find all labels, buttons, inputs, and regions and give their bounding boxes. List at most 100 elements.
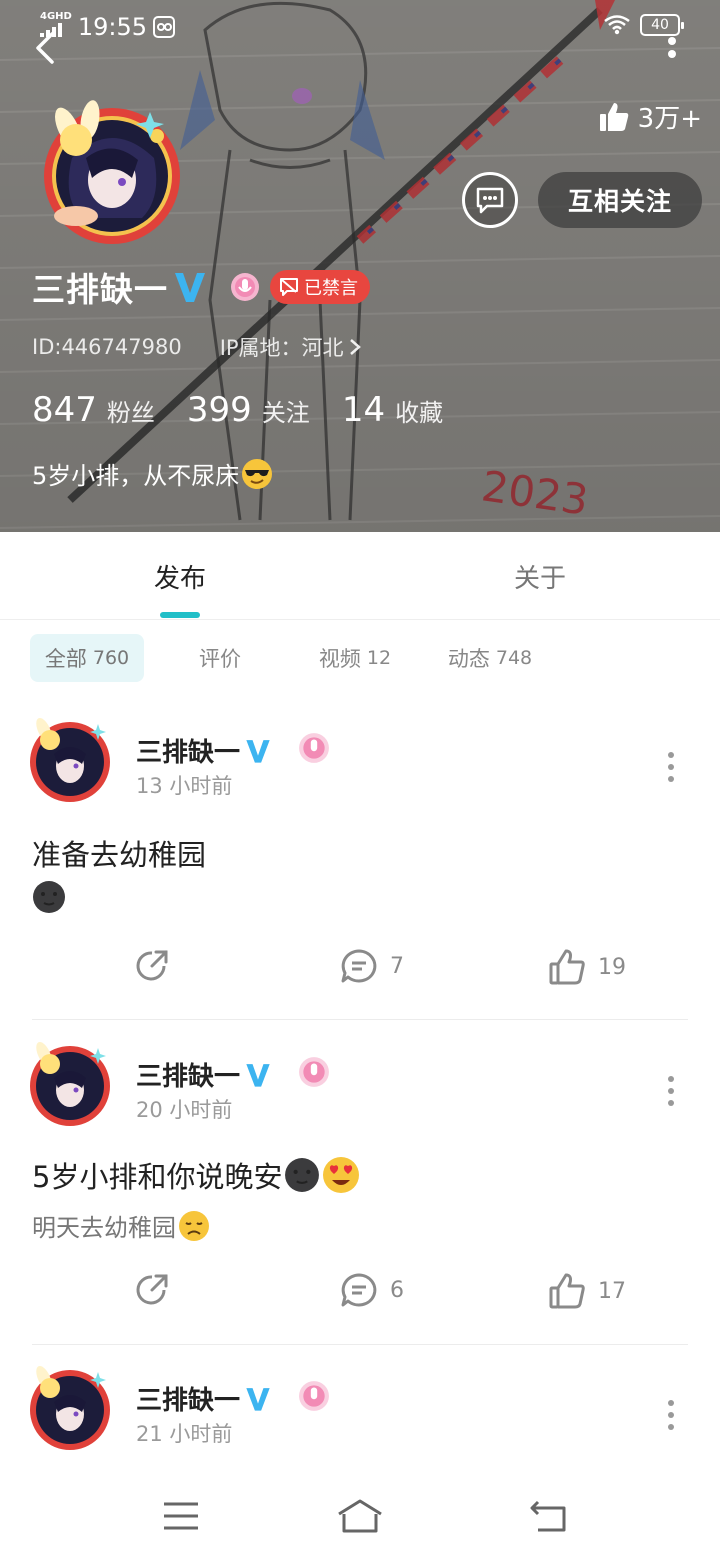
profile-name: 三排缺一 <box>32 270 168 309</box>
moon-face-emoji-icon <box>33 881 65 913</box>
post-author[interactable]: 三排缺一 <box>136 1380 272 1417</box>
filter-review[interactable]: 评价 <box>180 634 260 682</box>
post-filter-bar: 全部 760 评价 视频 12 动态 748 <box>0 620 720 696</box>
voice-badge-icon <box>299 1057 329 1087</box>
chat-bubble-icon <box>476 187 504 214</box>
chevron-left-icon <box>36 32 54 64</box>
filter-dynamic-count: 748 <box>495 647 533 669</box>
post-author-name: 三排缺一 <box>136 1062 241 1092</box>
profile-avatar[interactable] <box>32 98 192 248</box>
following-label[interactable]: 关注 <box>262 393 310 428</box>
network-type: 4GHD <box>40 11 72 22</box>
thumbs-up-outline-icon <box>549 949 585 985</box>
bio-text: 5岁小排，从不尿床 <box>32 462 240 490</box>
post-card[interactable]: 三排缺一 13 小时前 准备去幼稚园 7 19 <box>0 700 720 1020</box>
more-dots-icon <box>668 752 674 758</box>
fans-count[interactable]: 847 <box>32 390 97 430</box>
post-more-button[interactable] <box>668 752 676 788</box>
fans-label[interactable]: 粉丝 <box>107 393 155 428</box>
comment-icon <box>341 949 377 983</box>
post-author-name: 三排缺一 <box>136 1386 241 1416</box>
more-dots-icon <box>668 1076 674 1082</box>
disappointed-emoji-icon <box>179 1210 209 1241</box>
post-more-button[interactable] <box>668 1400 676 1436</box>
post-timestamp: 20 小时前 <box>136 1098 233 1122</box>
verified-v-icon <box>246 1063 270 1087</box>
comment-icon <box>341 1273 377 1307</box>
post-divider <box>32 1019 688 1020</box>
post-divider <box>32 1344 688 1345</box>
comment-count: 7 <box>390 953 404 979</box>
comment-count: 6 <box>390 1277 404 1303</box>
comment-button[interactable]: 6 <box>340 1272 404 1308</box>
message-button[interactable] <box>462 172 518 228</box>
share-button[interactable] <box>134 1272 170 1308</box>
stats-row: 847 粉丝 399 关注 14 收藏 <box>32 390 475 430</box>
total-likes: 3万+ <box>598 98 702 135</box>
wifi-icon <box>604 15 630 35</box>
more-dot <box>668 776 674 782</box>
status-bar: 4GHD 19:55 40 <box>0 0 720 56</box>
filter-all-label: 全部 <box>44 647 87 671</box>
tab-publish[interactable]: 发布 <box>100 532 260 620</box>
share-icon <box>136 950 168 981</box>
mutual-follow-button[interactable]: 互相关注 <box>538 172 702 228</box>
more-dot <box>668 1088 674 1094</box>
filter-review-label: 评价 <box>199 647 241 671</box>
home-icon[interactable] <box>336 1498 384 1534</box>
filter-video-count: 12 <box>366 647 392 669</box>
ip-location-link[interactable]: IP属地：河北 <box>220 332 362 362</box>
mute-icon <box>280 278 298 296</box>
like-button[interactable]: 19 <box>548 948 626 986</box>
filter-all[interactable]: 全部 760 <box>30 634 144 682</box>
post-avatar[interactable] <box>24 716 116 802</box>
following-count[interactable]: 399 <box>187 390 252 430</box>
post-card[interactable]: 三排缺一 20 小时前 5岁小排和你说晚安 明天去幼稚园 6 17 <box>0 1024 720 1346</box>
muted-status-label: 已禁言 <box>304 278 358 299</box>
verified-v-icon <box>246 739 270 763</box>
favorites-count[interactable]: 14 <box>342 390 385 430</box>
active-tab-indicator <box>160 612 200 618</box>
more-dots-icon <box>668 1400 674 1406</box>
post-card[interactable]: 三排缺一 21 小时前 <box>0 1348 720 1470</box>
menu-icon[interactable] <box>162 1498 202 1534</box>
filter-all-count: 760 <box>92 647 130 669</box>
post-avatar[interactable] <box>24 1364 116 1450</box>
filter-video-label: 视频 <box>318 647 361 671</box>
filter-dynamic[interactable]: 动态 748 <box>438 634 542 682</box>
voice-badge-icon <box>299 733 329 763</box>
post-avatar[interactable] <box>24 1040 116 1126</box>
moon-face-emoji-icon <box>285 1158 320 1192</box>
verified-v-icon <box>246 1387 270 1411</box>
post-title-text: 5岁小排和你说晚安 <box>32 1160 283 1194</box>
more-dot <box>668 50 676 58</box>
id-row: ID:446747980 IP属地：河北 <box>32 332 362 362</box>
post-body-text: 明天去幼稚园 <box>32 1214 176 1242</box>
post-timestamp: 21 小时前 <box>136 1422 233 1446</box>
like-count: 19 <box>598 954 626 980</box>
profile-tabs: 发布 关于 <box>0 532 720 620</box>
more-dot <box>668 764 674 770</box>
post-author[interactable]: 三排缺一 <box>136 1056 272 1093</box>
comment-button[interactable]: 7 <box>340 948 404 984</box>
more-dot <box>668 1424 674 1430</box>
more-options-button[interactable] <box>664 32 680 62</box>
share-button[interactable] <box>134 948 170 984</box>
post-more-button[interactable] <box>668 1076 676 1112</box>
more-dot <box>668 1412 674 1418</box>
back-nav-icon[interactable] <box>528 1498 568 1534</box>
ip-location: IP属地：河北 <box>219 336 344 360</box>
filter-video[interactable]: 视频 12 <box>310 634 400 682</box>
share-icon <box>136 1274 168 1305</box>
more-dot <box>668 1100 674 1106</box>
system-navigation-bar <box>0 1470 720 1560</box>
favorites-label[interactable]: 收藏 <box>395 393 443 428</box>
chevron-right-icon <box>349 339 361 355</box>
post-author[interactable]: 三排缺一 <box>136 732 272 769</box>
back-button[interactable] <box>28 30 64 66</box>
post-body: 明天去幼稚园 <box>32 1208 210 1243</box>
profile-header: 2023 4GHD 19:55 <box>0 0 720 532</box>
post-author-name: 三排缺一 <box>136 738 241 768</box>
like-button[interactable]: 17 <box>548 1272 626 1310</box>
tab-about[interactable]: 关于 <box>460 532 620 620</box>
